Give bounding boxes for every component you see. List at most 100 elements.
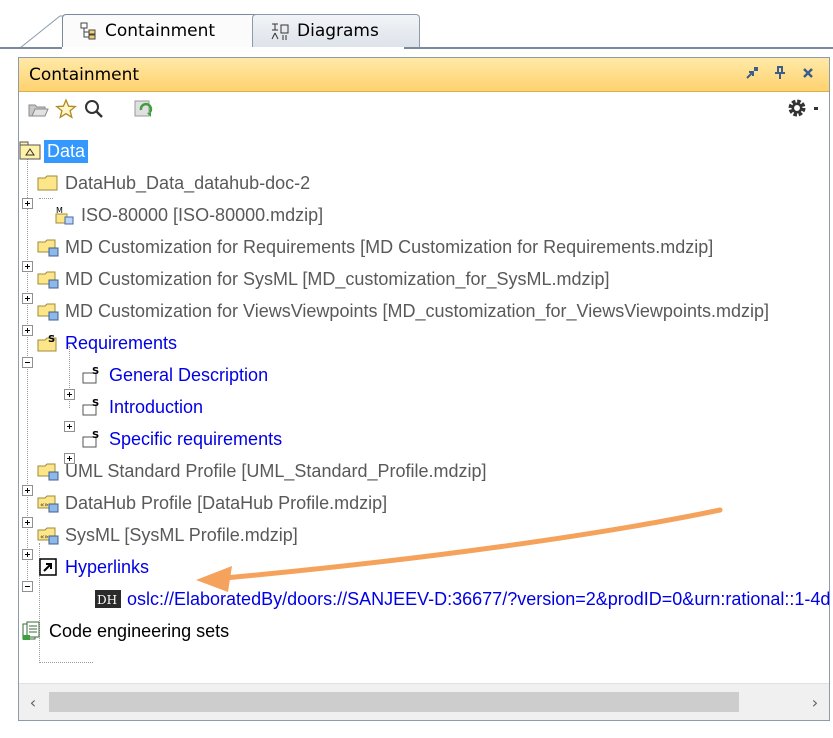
tree-line-oslc: [39, 662, 93, 663]
tree-item-iso-80000[interactable]: M ISO-80000 [ISO-80000.mdzip]: [53, 200, 326, 230]
collapse-toggle[interactable]: [22, 357, 33, 368]
expand-toggle[interactable]: [22, 198, 33, 209]
panel-titlebar: Containment: [19, 58, 829, 92]
expand-toggle[interactable]: [64, 421, 75, 432]
svg-text:S: S: [48, 334, 55, 345]
folder-icon: [37, 175, 58, 191]
restore-icon[interactable]: [743, 64, 761, 82]
svg-text:S: S: [92, 430, 99, 441]
tree-item-label: Requirements: [65, 332, 178, 353]
refresh-icon: [134, 100, 153, 117]
profile-icon: «»: [37, 495, 59, 513]
search-icon: [85, 100, 103, 118]
star-icon: [55, 98, 77, 119]
diagrams-icon: [271, 23, 289, 40]
containment-panel: Containment Data DataHub_Data_datahub-do…: [18, 57, 830, 721]
tree-item-introduction[interactable]: S Introduction: [81, 392, 206, 422]
close-icon[interactable]: [799, 64, 817, 82]
expand-toggle[interactable]: [22, 517, 33, 528]
containment-tree: Data DataHub_Data_datahub-doc-2 M ISO-80…: [19, 128, 829, 682]
expand-toggle[interactable]: [64, 389, 75, 400]
tree-item-label: SysML [SysML Profile.mdzip]: [65, 524, 298, 545]
scroll-left-icon[interactable]: ‹: [21, 690, 45, 714]
tab-containment-label: Containment: [105, 21, 216, 41]
panel-toolbar: [19, 92, 829, 126]
svg-text:DH: DH: [97, 593, 117, 607]
tree-item-label: Code engineering sets: [49, 620, 230, 641]
tree-item-label: Specific requirements: [109, 428, 283, 449]
collapse-toggle[interactable]: [22, 581, 33, 592]
tree-item-label: MD Customization for Requirements [MD Cu…: [65, 236, 714, 257]
tree-item-label: MD Customization for SysML [MD_customiza…: [65, 268, 610, 289]
tab-diagrams[interactable]: Diagrams: [252, 14, 420, 47]
containment-icon: [80, 22, 96, 40]
expand-toggle[interactable]: [22, 549, 33, 560]
horizontal-scrollbar[interactable]: ‹ ›: [19, 683, 829, 720]
requirement-icon: S: [82, 366, 99, 384]
requirement-icon: S: [82, 430, 99, 448]
tree-item-label: General Description: [109, 364, 269, 385]
expand-toggle[interactable]: [22, 261, 33, 272]
shared-package-icon: [37, 303, 59, 321]
shared-package-icon: [37, 239, 59, 257]
tree-item-requirements[interactable]: S Requirements: [37, 328, 180, 358]
favorites-button[interactable]: [53, 96, 79, 122]
open-button[interactable]: [25, 96, 51, 122]
tree-item-hyperlinks[interactable]: Hyperlinks: [37, 552, 152, 582]
tab-containment[interactable]: Containment: [62, 14, 264, 47]
tree-item-md-customization-viewsviewpoints[interactable]: MD Customization for ViewsViewpoints [MD…: [37, 296, 772, 326]
svg-text:«»: «»: [40, 533, 49, 541]
package-icon: [19, 141, 41, 160]
svg-text:S: S: [92, 398, 99, 409]
expand-toggle[interactable]: [22, 325, 33, 336]
profile-icon: «»: [37, 527, 59, 545]
tab-diagrams-label: Diagrams: [297, 21, 379, 41]
tree-item-datahub-profile[interactable]: «» DataHub Profile [DataHub Profile.mdzi…: [37, 488, 390, 518]
shared-package-icon: [37, 463, 59, 481]
requirement-icon: S: [82, 398, 99, 416]
tree-item-md-customization-sysml[interactable]: MD Customization for SysML [MD_customiza…: [37, 264, 613, 294]
tree-item-specific-requirements[interactable]: S Specific requirements: [81, 424, 285, 454]
scroll-right-icon[interactable]: ›: [803, 690, 827, 714]
tree-item-label: Introduction: [109, 396, 204, 417]
datahub-link-icon: DH: [95, 590, 121, 608]
expand-toggle[interactable]: [22, 485, 33, 496]
tree-item-general-description[interactable]: S General Description: [81, 360, 271, 390]
refresh-button[interactable]: [131, 96, 157, 122]
pin-icon[interactable]: [771, 64, 789, 82]
tree-line-iso: [39, 198, 53, 199]
tree-item-md-customization-requirements[interactable]: MD Customization for Requirements [MD Cu…: [37, 232, 716, 262]
tree-item-oslc-link[interactable]: DH oslc://ElaboratedBy/doors://SANJEEV-D…: [95, 584, 829, 614]
tree-item-datahub-data[interactable]: DataHub_Data_datahub-doc-2: [37, 168, 313, 198]
expand-toggle[interactable]: [22, 293, 33, 304]
tree-item-data[interactable]: Data: [19, 136, 89, 166]
tree-item-label: DataHub Profile [DataHub Profile.mdzip]: [65, 492, 388, 513]
search-button[interactable]: [81, 96, 107, 122]
tab-strip-border-left: [0, 47, 62, 49]
hyperlink-icon: [39, 558, 57, 576]
options-menu[interactable]: [785, 96, 821, 120]
tree-item-label: MD Customization for ViewsViewpoints [MD…: [65, 300, 769, 321]
tree-item-label: Data: [44, 139, 89, 163]
tree-item-uml-standard-profile[interactable]: UML Standard Profile [UML_Standard_Profi…: [37, 456, 490, 486]
tab-strip: Containment Diagrams: [0, 0, 833, 49]
tree-item-label: UML Standard Profile [UML_Standard_Profi…: [65, 460, 487, 481]
tab-strip-border-right: [404, 47, 833, 49]
tree-item-label: DataHub_Data_datahub-doc-2: [65, 172, 311, 193]
svg-text:«»: «»: [40, 501, 49, 509]
scrollbar-thumb[interactable]: [49, 692, 739, 712]
code-engineering-icon: [22, 621, 40, 640]
panel-title: Containment: [29, 64, 140, 85]
chevron-down-icon: [814, 107, 818, 110]
open-icon: [28, 104, 49, 117]
tree-item-label: Hyperlinks: [65, 556, 150, 577]
tree-item-sysml[interactable]: «» SysML [SysML Profile.mdzip]: [37, 520, 301, 550]
tree-item-label: ISO-80000 [ISO-80000.mdzip]: [81, 204, 324, 225]
tree-item-label: oslc://ElaboratedBy/doors://SANJEEV-D:36…: [127, 588, 829, 609]
gear-icon: [788, 99, 806, 117]
requirements-package-icon: S: [37, 334, 57, 352]
svg-text:S: S: [92, 366, 99, 377]
tree-item-code-engineering-sets[interactable]: Code engineering sets: [21, 616, 232, 646]
panel-controls: [743, 64, 817, 82]
shared-package-icon: [37, 271, 59, 289]
